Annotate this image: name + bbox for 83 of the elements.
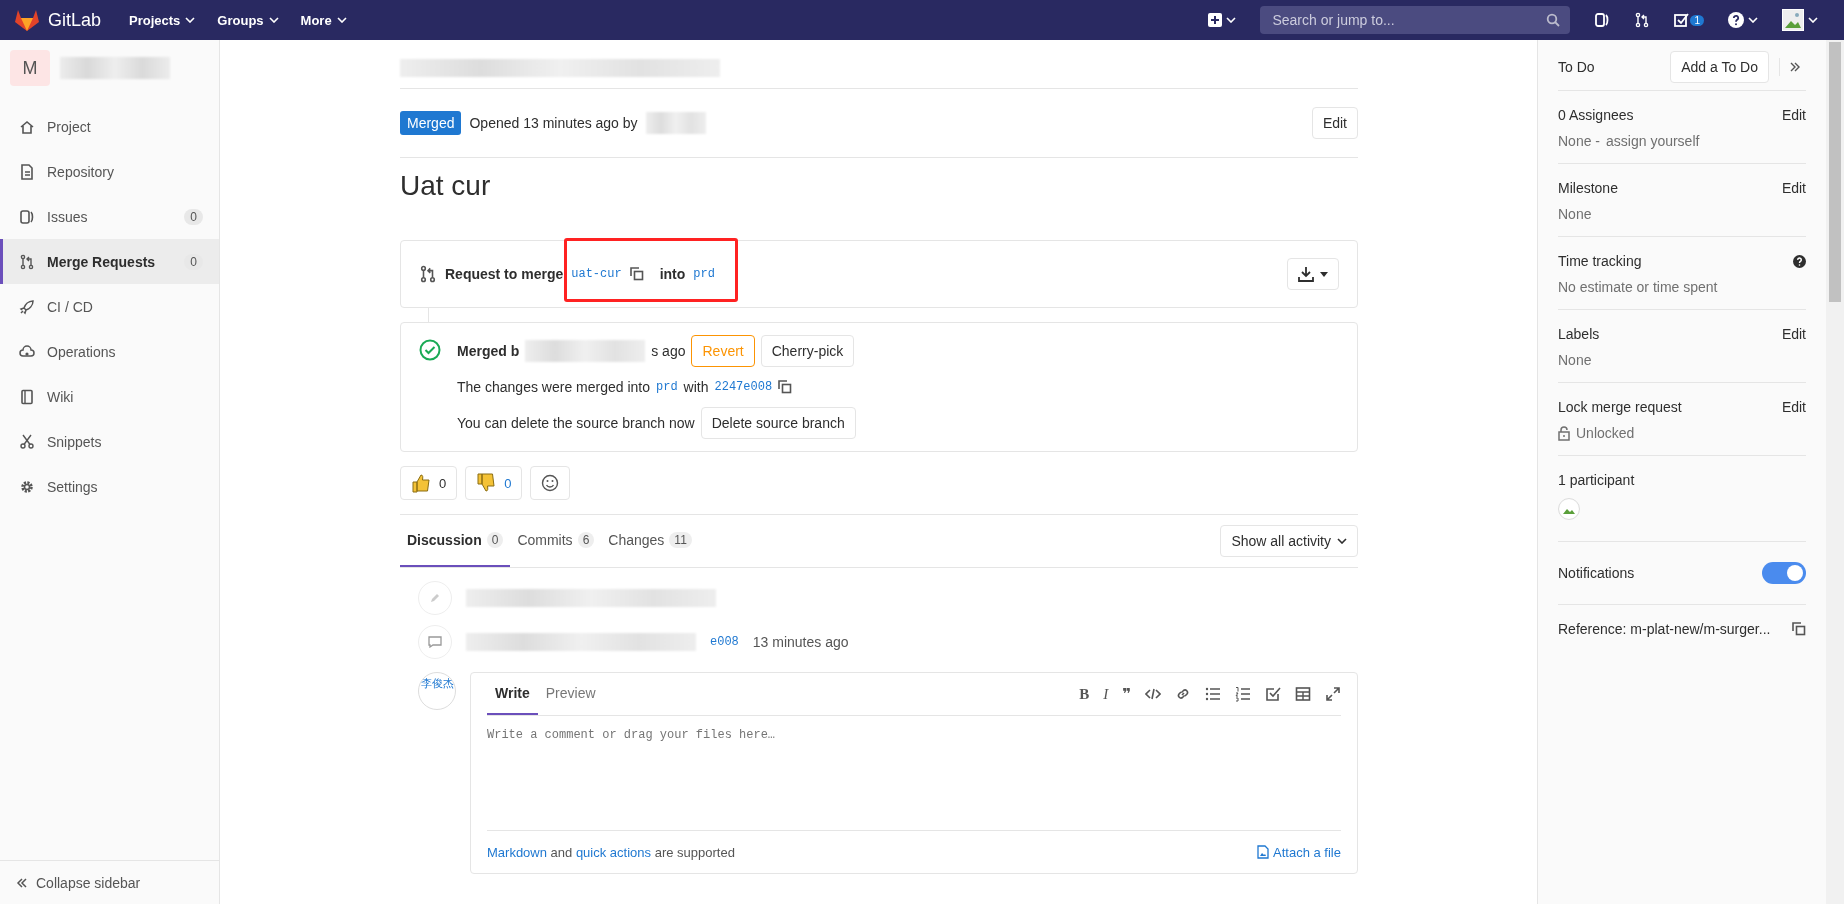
sidebar-item[interactable]: Settings: [0, 464, 219, 509]
sidebar-item[interactable]: Merge Requests 0: [0, 239, 219, 284]
merged-info-text: The changes were merged into: [457, 379, 650, 395]
award-button[interactable]: 0: [465, 466, 523, 500]
sidebar-block-title: Time tracking: [1558, 253, 1642, 269]
sidebar-block-title: Notifications: [1558, 565, 1635, 581]
merged-by-text: Merged b: [457, 343, 520, 359]
logo-text[interactable]: GitLab: [48, 9, 102, 31]
sidebar-item[interactable]: Issues 0: [0, 194, 219, 239]
award-button[interactable]: 0: [400, 466, 458, 500]
commit-link[interactable]: e008: [710, 635, 739, 649]
tab[interactable]: Changes 11: [601, 515, 699, 567]
cherry-pick-button[interactable]: Cherry-pick: [760, 335, 855, 367]
commit-link[interactable]: 2247e008: [714, 380, 773, 394]
sidebar-label: Project: [47, 118, 91, 135]
sidebar-item[interactable]: Snippets: [0, 419, 219, 464]
italic-button[interactable]: I: [1103, 685, 1109, 703]
markdown-help-text: Markdown and quick actions are supported: [487, 844, 735, 860]
nav-menu[interactable]: Groups: [217, 12, 279, 28]
edit-link[interactable]: Edit: [1781, 180, 1806, 196]
sidebar-label: Repository: [47, 163, 114, 180]
target-branch-link[interactable]: prd: [693, 267, 715, 281]
sidebar-value: Unlocked: [1576, 425, 1635, 441]
sidebar-block-title: Labels: [1558, 326, 1600, 342]
sidebar-block-title: Lock merge request: [1558, 399, 1682, 415]
project-avatar[interactable]: M: [10, 50, 50, 86]
nav-menu[interactable]: Projects: [129, 12, 196, 28]
request-text: Request to merge: [445, 266, 564, 282]
markdown-link[interactable]: Markdown: [487, 844, 547, 860]
sidebar-item[interactable]: CI / CD: [0, 284, 219, 329]
todo-count-badge: 1: [1690, 14, 1704, 26]
edit-link[interactable]: Edit: [1781, 107, 1806, 123]
with-text: with: [683, 379, 709, 395]
edit-button[interactable]: Edit: [1311, 107, 1358, 139]
sidebar-label: Snippets: [47, 433, 102, 450]
count-badge: 0: [184, 253, 203, 270]
sidebar-block-title: 0 Assignees: [1558, 107, 1634, 123]
editor-tab[interactable]: Preview: [537, 673, 604, 715]
source-branch-link[interactable]: uat-cur: [571, 267, 622, 281]
tab[interactable]: Discussion 0: [400, 515, 511, 567]
bold-button[interactable]: B: [1079, 685, 1090, 703]
comment-editor[interactable]: Write Preview B I ❞ Write a comment or drag your files here… Markdown and quick actions are supported Attach a file: [470, 672, 1358, 874]
sidebar-block-title: Milestone: [1558, 180, 1618, 196]
todo-label: To Do: [1558, 59, 1595, 75]
add-todo-button[interactable]: Add a To Do: [1670, 51, 1769, 83]
sidebar-value: No estimate or time spent: [1558, 279, 1718, 295]
attach-file-link[interactable]: Attach a file: [1257, 844, 1341, 860]
sidebar-label: Merge Requests: [47, 253, 156, 270]
sidebar-block-title: 1 participant: [1558, 472, 1635, 488]
merge-request-title: Uat cur: [400, 170, 492, 202]
into-text: into: [659, 266, 686, 282]
nav-menu[interactable]: More: [300, 12, 347, 28]
collapse-sidebar-button[interactable]: Collapse sidebar: [0, 860, 219, 904]
sidebar-item[interactable]: Project: [0, 104, 219, 149]
sidebar-label: Issues: [47, 208, 88, 225]
sidebar-label: Wiki: [47, 388, 74, 405]
target-branch-link[interactable]: prd: [656, 380, 678, 394]
sidebar-label: CI / CD: [47, 298, 93, 315]
delete-branch-text: You can delete the source branch now: [457, 415, 695, 431]
timestamp: 13 minutes ago: [752, 634, 849, 650]
sidebar-value: None: [1558, 206, 1592, 222]
delete-source-branch-button[interactable]: Delete source branch: [700, 407, 856, 439]
quote-button[interactable]: ❞: [1122, 685, 1131, 703]
quick-actions-link[interactable]: quick actions: [575, 844, 652, 860]
count-badge: 0: [184, 208, 203, 225]
edit-link[interactable]: Edit: [1781, 399, 1806, 415]
merged-time-text: s ago: [651, 343, 686, 359]
sidebar-item[interactable]: Repository: [0, 149, 219, 194]
sidebar-label: Settings: [47, 478, 98, 495]
sidebar-item[interactable]: Operations: [0, 329, 219, 374]
search-field[interactable]: Search or jump to...: [1270, 11, 1547, 29]
activity-filter-dropdown[interactable]: Show all activity: [1220, 525, 1358, 557]
sidebar-label: Operations: [47, 343, 116, 360]
tab[interactable]: Commits 6: [510, 515, 602, 567]
reference-text: Reference: m-plat-new/m-surger...: [1558, 621, 1771, 637]
sidebar-item[interactable]: Wiki: [0, 374, 219, 419]
merged-status-badge: Merged: [400, 111, 462, 135]
search-bar[interactable]: Search or jump to...: [1260, 6, 1571, 34]
sidebar-value: None -: [1558, 133, 1601, 149]
opened-text: Opened 13 minutes ago by: [469, 115, 638, 131]
sidebar-value: None: [1558, 352, 1592, 368]
assign-yourself-link[interactable]: assign yourself: [1606, 133, 1700, 149]
edit-link[interactable]: Edit: [1781, 326, 1806, 342]
